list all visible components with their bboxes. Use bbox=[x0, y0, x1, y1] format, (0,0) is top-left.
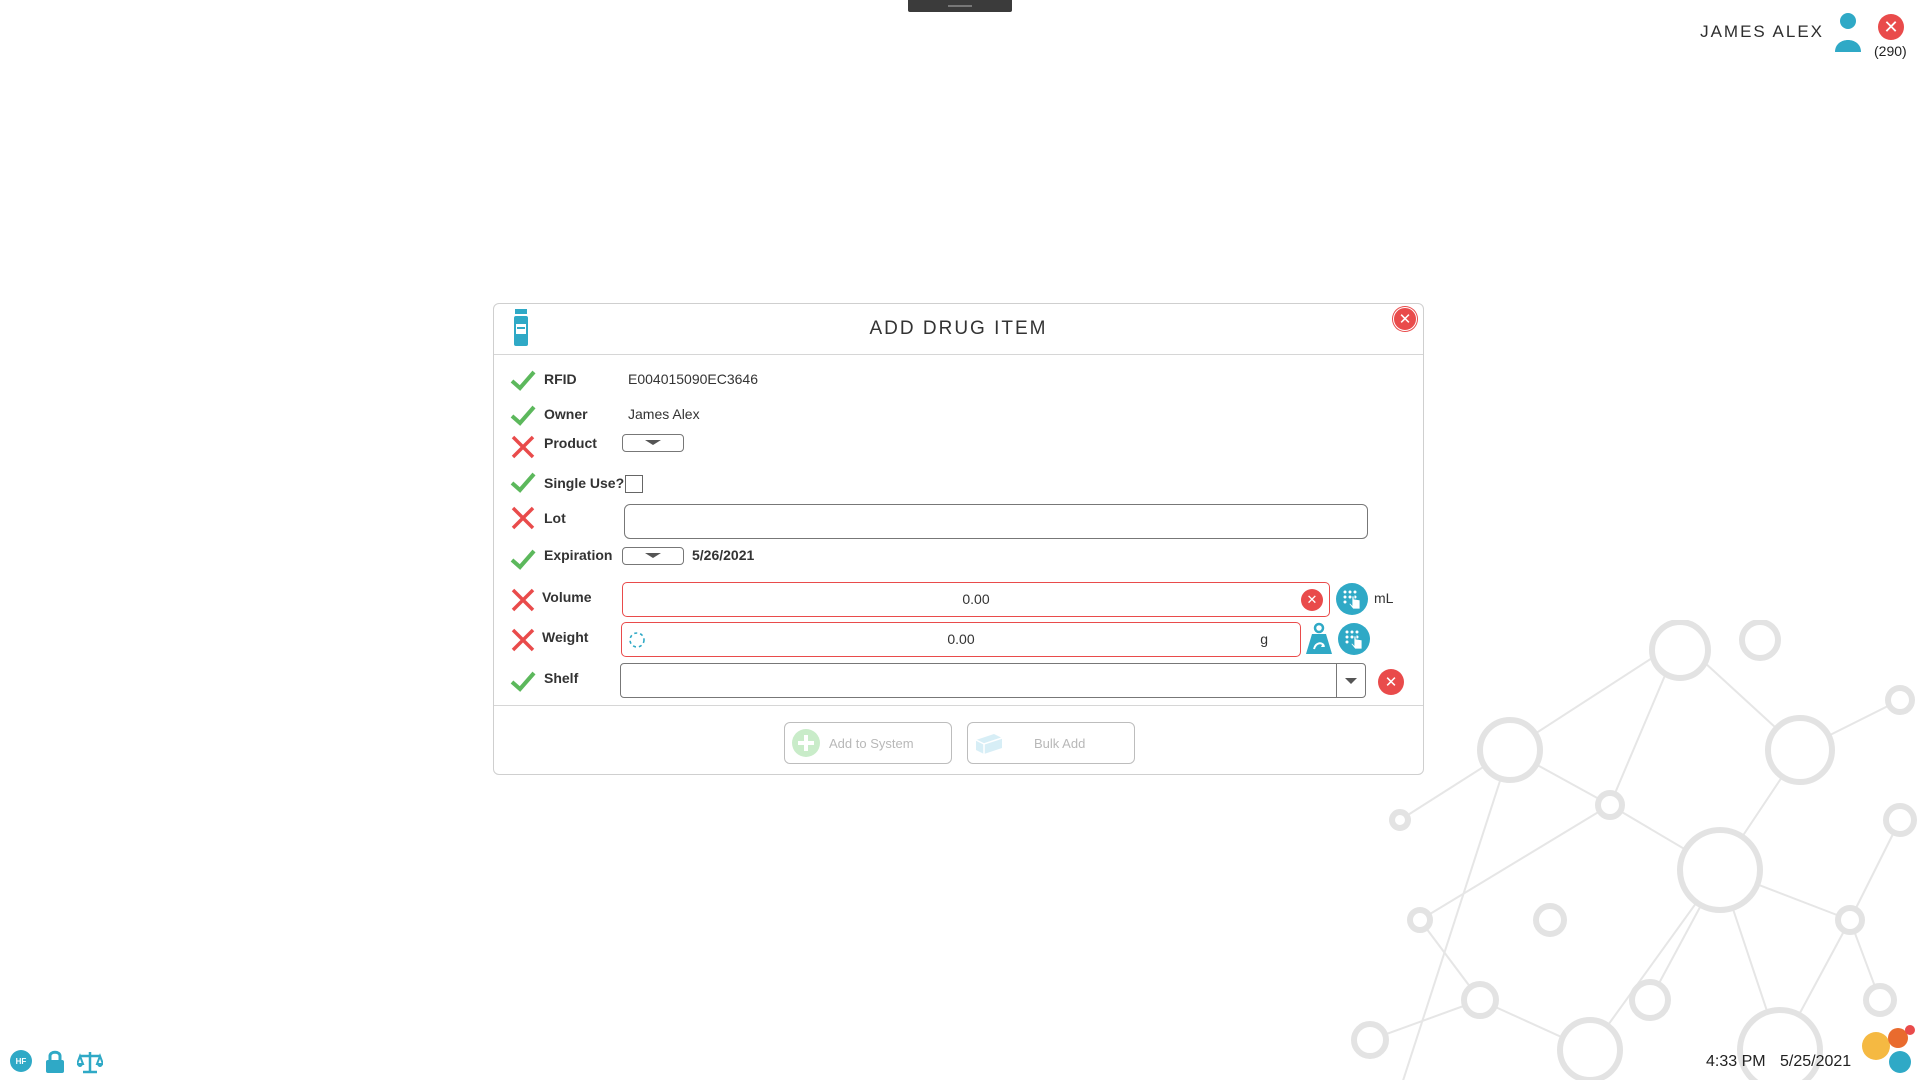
owner-value: James Alex bbox=[628, 406, 700, 422]
weight-input[interactable]: 0.00 g bbox=[621, 622, 1301, 657]
expiration-value: 5/26/2021 bbox=[692, 547, 755, 563]
touch-keypad-icon bbox=[1345, 630, 1363, 650]
add-to-system-label: Add to System bbox=[829, 735, 914, 751]
expiration-row bbox=[510, 545, 536, 573]
lot-input[interactable] bbox=[624, 504, 1368, 539]
weight-label: Weight bbox=[542, 629, 589, 645]
check-icon bbox=[510, 405, 536, 426]
bulk-add-button[interactable]: Bulk Add bbox=[967, 722, 1135, 764]
bulk-box-icon bbox=[975, 734, 1003, 754]
shelf-dropdown-toggle[interactable] bbox=[1336, 664, 1365, 697]
product-label: Product bbox=[544, 435, 597, 451]
cross-icon bbox=[511, 628, 535, 652]
dialog-close-icon[interactable]: ✕ bbox=[1393, 307, 1417, 331]
plus-circle-icon bbox=[792, 729, 820, 757]
single-use-checkbox[interactable] bbox=[625, 475, 643, 493]
user-icon[interactable] bbox=[1834, 12, 1862, 54]
single-use-row bbox=[510, 468, 536, 496]
product-dropdown[interactable] bbox=[622, 434, 684, 452]
volume-value: 0.00 bbox=[962, 591, 990, 607]
weight-row bbox=[510, 626, 536, 654]
bulk-add-label: Bulk Add bbox=[1034, 735, 1086, 751]
owner-row bbox=[510, 401, 536, 429]
cross-icon bbox=[511, 506, 535, 530]
shelf-select[interactable] bbox=[620, 663, 1366, 698]
volume-row bbox=[510, 586, 536, 614]
volume-label: Volume bbox=[542, 589, 592, 605]
dialog-title: ADD DRUG ITEM bbox=[869, 318, 1048, 339]
rfid-label: RFID bbox=[544, 371, 577, 387]
lock-icon[interactable] bbox=[44, 1050, 66, 1074]
volume-input[interactable]: 0.00 ✕ bbox=[622, 582, 1330, 617]
add-to-system-button[interactable]: Add to System bbox=[784, 722, 952, 764]
company-logo-icon bbox=[1862, 1025, 1915, 1073]
touch-keypad-icon bbox=[1343, 590, 1361, 610]
check-icon bbox=[510, 671, 536, 692]
weight-value: 0.00 bbox=[947, 631, 975, 647]
clock-date: 5/25/2021 bbox=[1780, 1053, 1852, 1070]
product-row bbox=[510, 433, 536, 461]
weight-unit: g bbox=[1260, 631, 1268, 647]
clock-time: 4:33 PM bbox=[1706, 1053, 1766, 1070]
scale-weigh-icon[interactable] bbox=[1304, 622, 1334, 656]
dialog-footer-divider bbox=[494, 705, 1423, 706]
volume-unit: mL bbox=[1374, 590, 1394, 606]
shelf-label: Shelf bbox=[544, 670, 579, 686]
dialog-header: ADD DRUG ITEM ✕ bbox=[494, 304, 1423, 355]
notification-count: (290) bbox=[1874, 43, 1907, 59]
add-drug-item-dialog: ADD DRUG ITEM ✕ RFID E004015090EC3646 Ow… bbox=[493, 303, 1424, 775]
clear-shelf-icon[interactable]: ✕ bbox=[1378, 669, 1404, 695]
rfid-value: E004015090EC3646 bbox=[628, 371, 759, 387]
balance-scale-icon[interactable] bbox=[77, 1050, 103, 1074]
chevron-down-icon bbox=[1345, 678, 1357, 684]
cross-icon bbox=[511, 588, 535, 612]
notification-close-icon[interactable]: ✕ bbox=[1878, 14, 1904, 40]
volume-keypad-button[interactable] bbox=[1336, 583, 1368, 615]
expiration-label: Expiration bbox=[544, 547, 613, 563]
top-pull-tab[interactable] bbox=[908, 0, 1012, 12]
shelf-row bbox=[510, 667, 536, 695]
check-icon bbox=[510, 370, 536, 391]
expiration-dropdown[interactable] bbox=[622, 547, 684, 565]
lot-row bbox=[510, 504, 536, 532]
weight-keypad-button[interactable] bbox=[1338, 623, 1370, 655]
hf-badge-icon[interactable]: HF bbox=[10, 1050, 32, 1072]
cross-icon bbox=[511, 435, 535, 459]
check-icon bbox=[510, 549, 536, 570]
clear-volume-icon[interactable]: ✕ bbox=[1301, 589, 1323, 611]
rfid-row bbox=[510, 366, 536, 394]
user-name: JAMES ALEX bbox=[1700, 22, 1824, 41]
check-icon bbox=[510, 472, 536, 493]
owner-label: Owner bbox=[544, 406, 588, 422]
lot-label: Lot bbox=[544, 510, 566, 526]
single-use-label: Single Use? bbox=[544, 475, 625, 491]
